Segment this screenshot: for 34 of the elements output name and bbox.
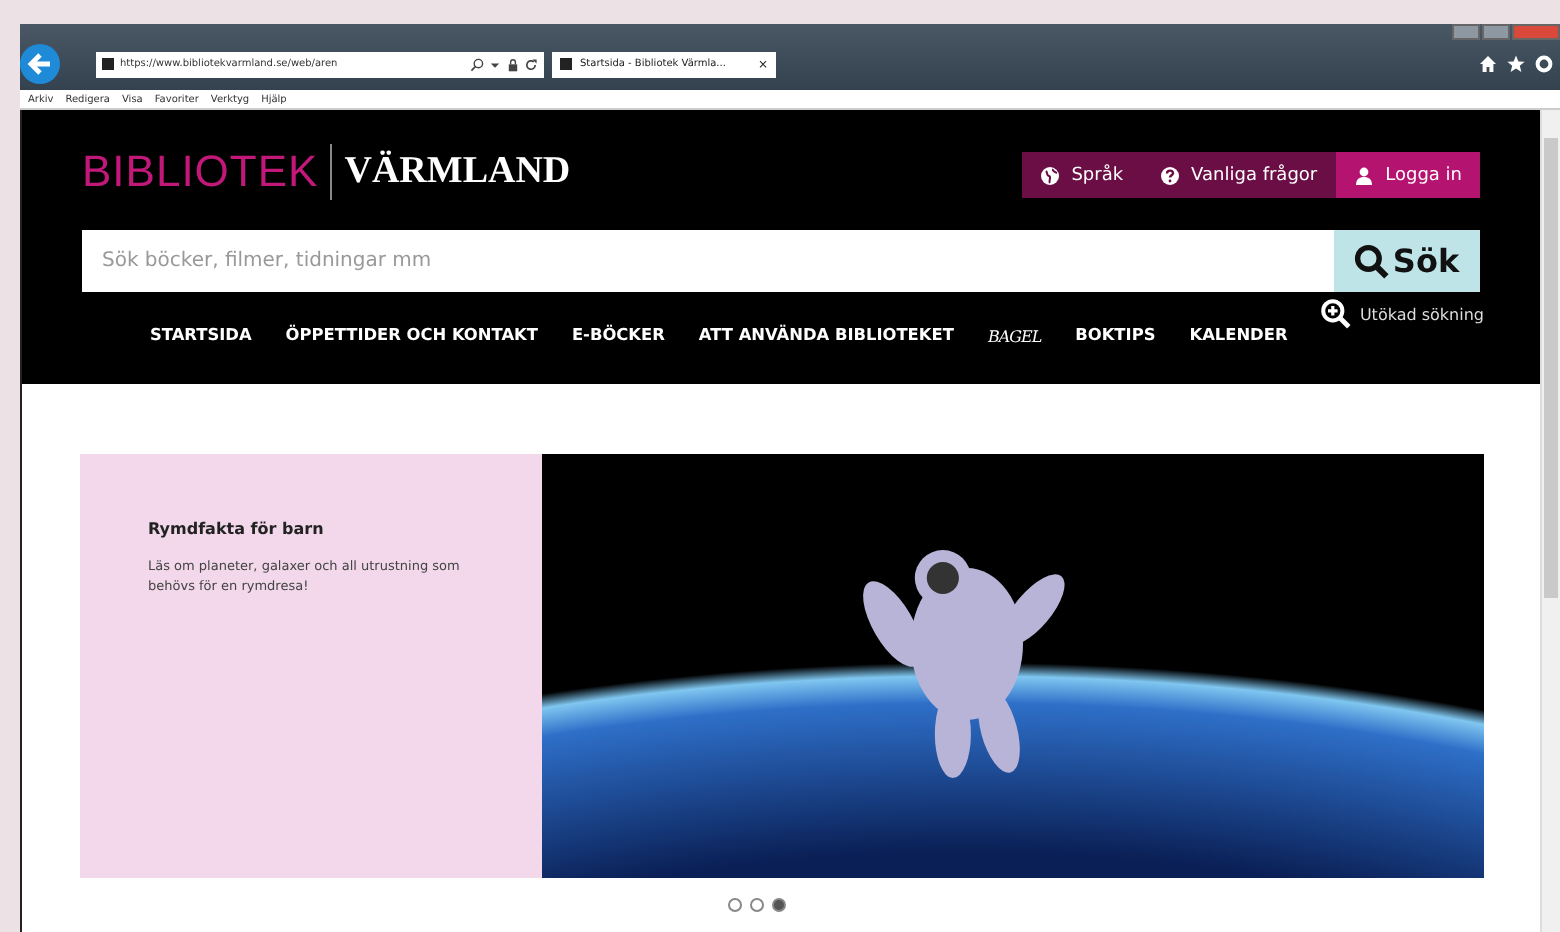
advanced-search-link[interactable]: Utökad sökning <box>1319 298 1484 330</box>
nav-link[interactable]: E-BÖCKER <box>571 324 665 346</box>
carousel-dot[interactable] <box>771 898 785 912</box>
nav-logo-link[interactable]: BAGEL <box>987 328 1042 346</box>
site-icon <box>102 58 114 70</box>
nav-link[interactable]: KALENDER <box>1189 324 1288 346</box>
refresh-icon[interactable] <box>524 57 538 71</box>
settings-icon[interactable] <box>1534 54 1554 74</box>
star-icon[interactable] <box>1506 54 1526 74</box>
logo-text[interactable]: VÄRMLAND <box>344 150 571 194</box>
language-button[interactable]: Språk <box>1021 152 1142 198</box>
nav-link[interactable]: STARTSIDA <box>150 324 252 346</box>
faq-button[interactable]: Vanliga frågor <box>1141 152 1336 198</box>
scrollbar[interactable] <box>1540 110 1560 932</box>
user-icon <box>1353 165 1374 185</box>
lock-icon <box>506 57 520 71</box>
nav-link[interactable]: ÖPPETTIDER OCH KONTAKT <box>285 324 538 346</box>
nav-link[interactable]: BOKTIPS <box>1075 324 1156 346</box>
zoom-in-icon <box>1319 298 1352 330</box>
back-button[interactable] <box>20 44 60 84</box>
logo-text[interactable]: BIBLIOTEK <box>82 146 319 198</box>
home-icon[interactable] <box>1478 54 1498 74</box>
login-button[interactable]: Logga in <box>1335 152 1480 198</box>
search-icon[interactable] <box>470 57 484 71</box>
search-icon <box>1354 243 1391 279</box>
search-field[interactable]: Sök böcker, filmer, tidningar mm <box>82 230 1334 292</box>
globe-icon <box>1039 165 1060 185</box>
carousel-dot[interactable] <box>727 898 741 912</box>
site-icon <box>560 58 572 70</box>
carousel-dot[interactable] <box>749 898 763 912</box>
search-button[interactable]: Sök <box>1334 230 1480 292</box>
nav-link[interactable]: ATT ANVÄNDA BIBLIOTEKET <box>698 324 954 346</box>
hero-title: Rymdfakta för barn <box>148 520 326 538</box>
help-icon <box>1159 165 1180 185</box>
